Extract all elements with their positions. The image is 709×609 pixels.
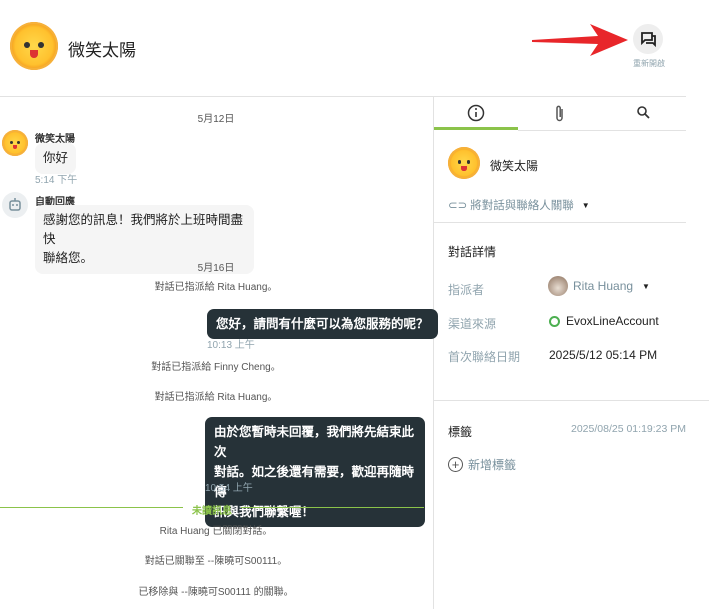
tags-title: 標籤 bbox=[448, 425, 473, 439]
first-contact-value: 2025/5/12 05:14 PM bbox=[549, 348, 658, 362]
reopen-button[interactable] bbox=[633, 24, 663, 54]
search-icon bbox=[637, 106, 650, 119]
message-line: 感謝您的訊息！我們將於上班時間盡快 bbox=[43, 213, 244, 246]
info-icon bbox=[467, 104, 485, 122]
paperclip-icon bbox=[556, 105, 563, 122]
link-icon: ⊂⊃ bbox=[448, 200, 468, 212]
plus-circle-icon: + bbox=[448, 457, 463, 472]
date-separator: 5月12日 bbox=[197, 114, 235, 125]
unread-divider-right bbox=[241, 507, 424, 508]
channel-name: EvoxLineAccount bbox=[566, 314, 659, 328]
channel-label: 渠道來源 bbox=[448, 317, 497, 331]
sender-avatar bbox=[2, 130, 28, 156]
unread-label: 未讀訊息 bbox=[192, 506, 232, 517]
assignee-name: Rita Huang bbox=[573, 279, 634, 293]
robot-icon bbox=[9, 198, 21, 211]
line-icon bbox=[549, 315, 560, 327]
red-arrow-annotation bbox=[532, 24, 628, 56]
unread-divider-left bbox=[0, 507, 183, 508]
section-divider bbox=[434, 222, 686, 223]
tab-info[interactable] bbox=[434, 97, 518, 130]
add-tag-button[interactable]: + 新增標籤 bbox=[448, 456, 516, 473]
tab-search[interactable] bbox=[602, 97, 686, 130]
system-message: 已移除與 --陳曉可S00111 的關聯。 bbox=[138, 587, 294, 598]
system-message: 對話已指派給 Rita Huang。 bbox=[154, 282, 278, 293]
panel-contact-avatar bbox=[448, 147, 480, 179]
panel-contact-name: 微笑太陽 bbox=[490, 159, 539, 173]
date-separator: 5月16日 bbox=[197, 263, 235, 274]
caret-down-icon: ▼ bbox=[642, 281, 650, 291]
message-time: 10:13 上午 bbox=[207, 340, 255, 351]
panel-divider bbox=[433, 97, 434, 609]
contact-name: 微笑太陽 bbox=[68, 41, 136, 60]
system-message: 對話已關聯至 --陳曉可S00111。 bbox=[144, 556, 288, 567]
message-bubble: 你好 bbox=[35, 143, 77, 174]
system-message: 對話已指派給 Rita Huang。 bbox=[154, 392, 278, 403]
tags-timestamp: 2025/08/25 01:19:23 PM bbox=[571, 423, 687, 435]
details-title: 對話詳情 bbox=[448, 245, 497, 259]
message-bubble-outgoing: 您好，請問有什麼可以為您服務的呢？ bbox=[207, 309, 438, 339]
reopen-label: 重新開啟 bbox=[633, 59, 665, 68]
tabs-divider bbox=[518, 130, 686, 131]
system-message: Rita Huang 已關閉對話。 bbox=[159, 526, 273, 537]
assignee-dropdown[interactable]: Rita Huang ▼ bbox=[548, 276, 650, 296]
chat-bubbles-icon bbox=[641, 32, 656, 48]
channel-value: EvoxLineAccount bbox=[549, 314, 659, 328]
contact-avatar bbox=[10, 22, 58, 70]
message-line: 由於您暫時未回覆，我們將先結束此次 bbox=[214, 425, 415, 459]
message-time: 10:54 上午 bbox=[205, 483, 253, 494]
section-divider bbox=[434, 400, 709, 401]
message-time: 5:14 下午 bbox=[35, 175, 78, 186]
message-line: 訊與我們聯繫喔！ bbox=[214, 505, 315, 519]
bot-avatar bbox=[2, 192, 28, 218]
first-contact-label: 首次聯絡日期 bbox=[448, 350, 521, 364]
link-contact-label: 將對話與聯絡人關聯 bbox=[470, 200, 574, 212]
assignee-avatar bbox=[548, 276, 568, 296]
caret-down-icon: ▼ bbox=[581, 200, 590, 210]
tab-attachments[interactable] bbox=[518, 97, 602, 130]
link-contact-dropdown[interactable]: ⊂⊃ 將對話與聯絡人關聯 ▼ bbox=[448, 197, 590, 213]
assignee-label: 指派者 bbox=[448, 283, 485, 297]
system-message: 對話已指派給 Finny Cheng。 bbox=[151, 362, 281, 373]
add-tag-label: 新增標籤 bbox=[468, 458, 517, 472]
